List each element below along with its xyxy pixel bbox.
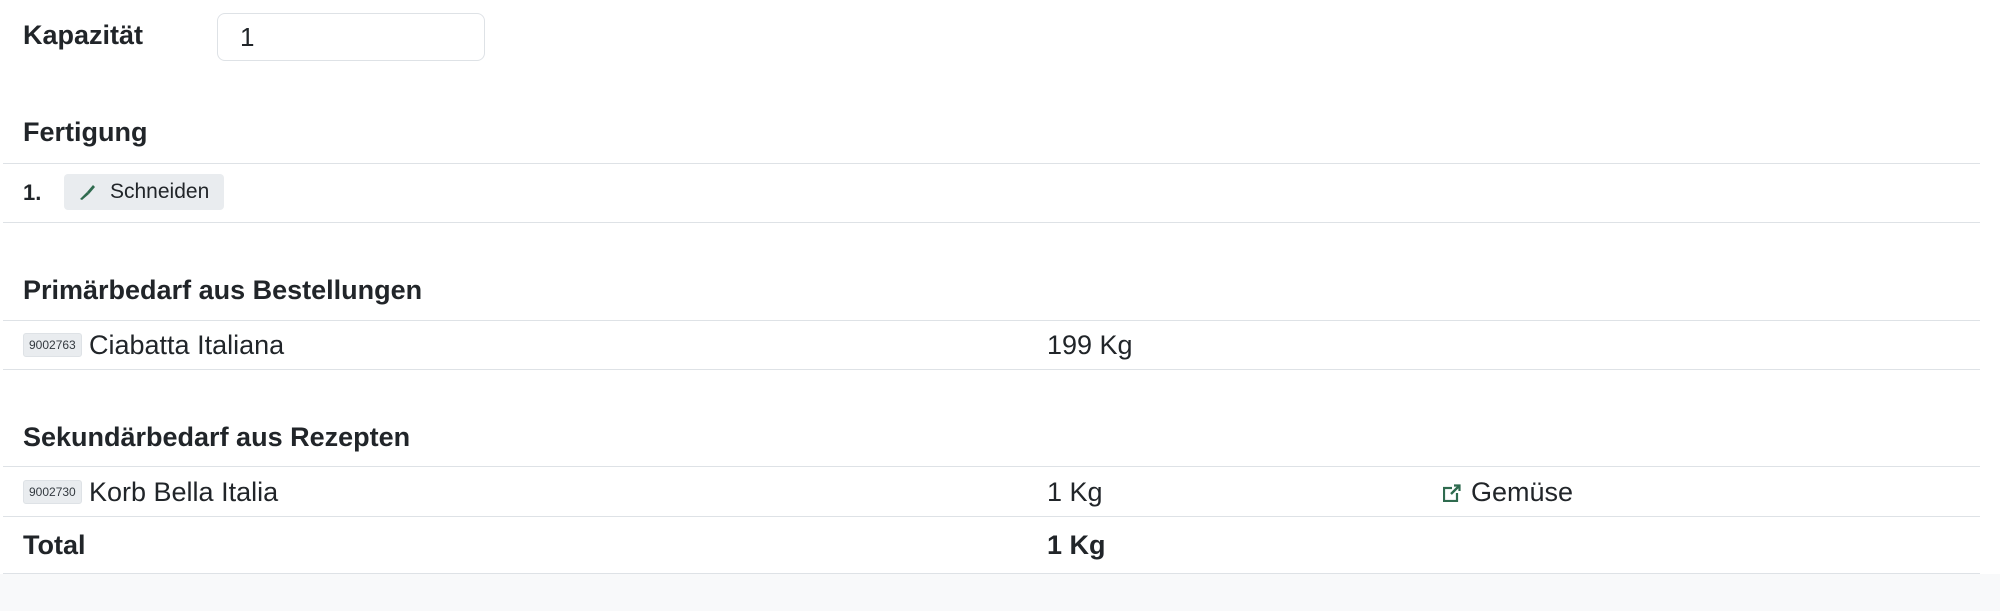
production-title: Fertigung	[23, 117, 148, 147]
total-label: Total	[23, 530, 86, 560]
divider	[3, 369, 1980, 370]
recipe-link[interactable]: Gemüse	[1443, 477, 1573, 508]
capacity-input[interactable]	[217, 13, 485, 61]
article-quantity: 199 Kg	[1047, 330, 1133, 360]
production-step-label: Schneiden	[110, 180, 210, 203]
secondary-demand-title: Sekundärbedarf aus Rezepten	[23, 422, 411, 452]
detail-panel: Kapazität Fertigung 1. Schneiden Primärb…	[0, 0, 1980, 574]
page: Kapazität Fertigung 1. Schneiden Primärb…	[0, 0, 2000, 611]
knife-icon	[78, 183, 96, 201]
article-name: Korb Bella Italia	[89, 477, 279, 507]
article-quantity: 1 Kg	[1047, 477, 1103, 507]
step-number: 1.	[23, 180, 42, 205]
production-step-chip[interactable]: Schneiden	[64, 174, 225, 210]
divider	[3, 222, 1980, 223]
divider	[3, 163, 1980, 164]
primary-demand-title: Primärbedarf aus Bestellungen	[23, 275, 423, 305]
divider	[3, 516, 1980, 517]
divider	[3, 320, 1980, 321]
external-link-icon	[1443, 483, 1461, 502]
footer-band	[0, 574, 2000, 611]
total-quantity: 1 Kg	[1047, 530, 1106, 560]
recipe-link-label: Gemüse	[1471, 477, 1574, 507]
article-name: Ciabatta Italiana	[89, 330, 285, 360]
article-code-badge: 9002763	[23, 333, 82, 357]
article-code-badge: 9002730	[23, 480, 82, 504]
divider	[3, 466, 1980, 467]
capacity-label: Kapazität	[23, 20, 144, 50]
